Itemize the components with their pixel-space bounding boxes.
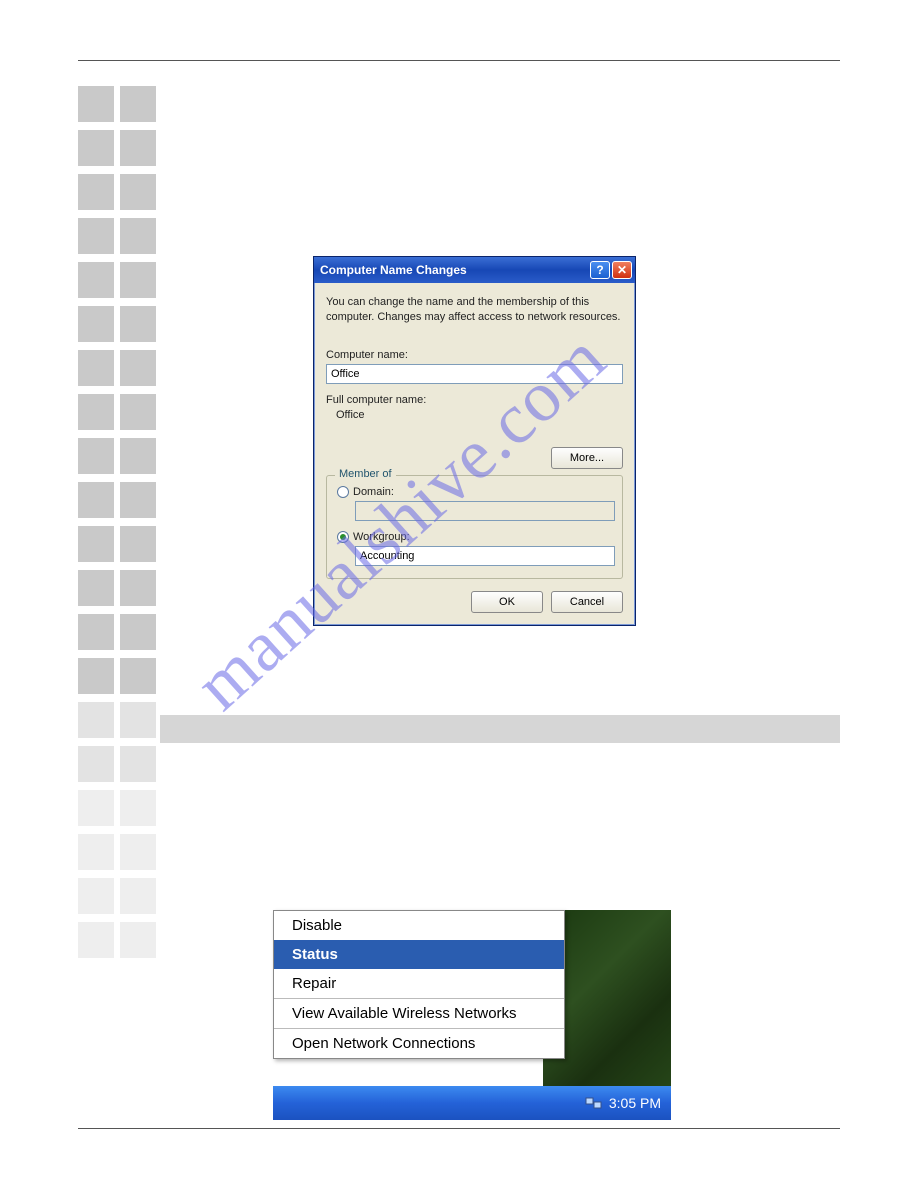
sidebar-squares — [78, 86, 160, 966]
help-button[interactable]: ? — [590, 261, 610, 279]
computer-name-changes-dialog: Computer Name Changes ? ✕ You can change… — [313, 256, 636, 626]
workgroup-input[interactable] — [355, 546, 615, 566]
computer-name-label: Computer name: — [326, 349, 623, 361]
ctx-item-repair[interactable]: Repair — [274, 969, 564, 998]
ctx-item-view-wireless[interactable]: View Available Wireless Networks — [274, 999, 564, 1028]
top-rule — [78, 60, 840, 61]
section-divider — [160, 715, 840, 743]
ctx-item-disable[interactable]: Disable — [274, 911, 564, 940]
cancel-button[interactable]: Cancel — [551, 591, 623, 613]
dialog-intro: You can change the name and the membersh… — [326, 295, 623, 325]
member-of-group: Member of Domain: Workgroup: — [326, 475, 623, 579]
domain-input — [355, 501, 615, 521]
computer-name-input[interactable] — [326, 364, 623, 384]
full-computer-name-label: Full computer name: — [326, 394, 623, 406]
close-icon: ✕ — [617, 263, 627, 277]
domain-label: Domain: — [353, 486, 394, 498]
taskbar: 3:05 PM — [273, 1086, 671, 1120]
network-context-area: Disable Status Repair View Available Wir… — [273, 910, 671, 1120]
ok-button[interactable]: OK — [471, 591, 543, 613]
titlebar[interactable]: Computer Name Changes ? ✕ — [314, 257, 635, 283]
domain-radio-row[interactable]: Domain: — [337, 486, 612, 498]
page-content — [78, 60, 840, 81]
workgroup-radio-row[interactable]: Workgroup: — [337, 531, 612, 543]
network-tray-icon[interactable] — [585, 1094, 603, 1112]
taskbar-clock: 3:05 PM — [609, 1095, 661, 1111]
member-of-legend: Member of — [335, 468, 396, 480]
ctx-item-open-connections[interactable]: Open Network Connections — [274, 1029, 564, 1058]
domain-radio[interactable] — [337, 486, 349, 498]
workgroup-label: Workgroup: — [353, 531, 410, 543]
dialog-body: You can change the name and the membersh… — [314, 283, 635, 625]
network-context-menu: Disable Status Repair View Available Wir… — [273, 910, 565, 1059]
ctx-item-status[interactable]: Status — [274, 940, 564, 969]
close-button[interactable]: ✕ — [612, 261, 632, 279]
bottom-rule — [78, 1128, 840, 1129]
full-computer-name-value: Office — [336, 409, 623, 421]
workgroup-radio[interactable] — [337, 531, 349, 543]
dialog-title: Computer Name Changes — [320, 263, 588, 277]
more-button[interactable]: More... — [551, 447, 623, 469]
